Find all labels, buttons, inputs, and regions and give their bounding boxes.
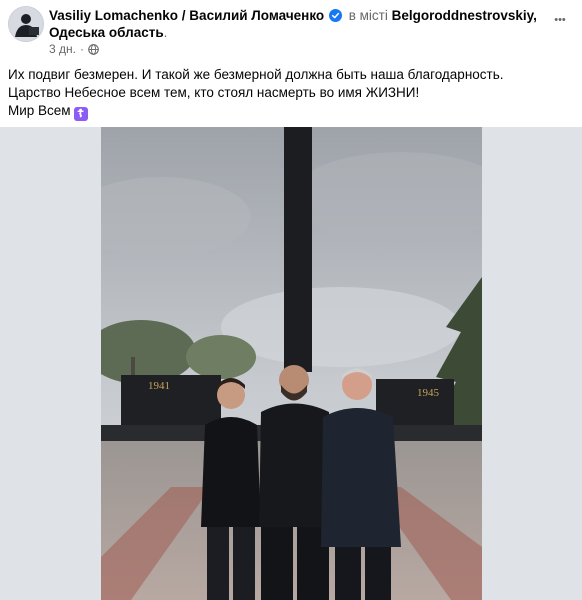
location-suffix: .	[163, 25, 168, 40]
more-options-button[interactable]: •••	[550, 10, 570, 30]
author-line: Vasiliy Lomachenko / Василий Ломаченко в…	[49, 7, 539, 41]
post-header: Vasiliy Lomachenko / Василий Ломаченко в…	[0, 0, 582, 62]
post-text: Их подвиг безмерен. И такой же безмерной…	[8, 66, 568, 121]
location-region-link[interactable]: Одеська область	[49, 25, 164, 40]
verified-badge-icon	[328, 9, 342, 22]
location-city-link[interactable]: Belgoroddnestrovskiy,	[392, 8, 537, 23]
post-photo[interactable]: 1941 1945	[101, 127, 482, 600]
obelisk	[284, 127, 312, 372]
year-1941: 1941	[148, 380, 170, 392]
globe-icon[interactable]	[88, 43, 99, 55]
location-prefix: в місті	[348, 8, 388, 23]
author-name[interactable]: Vasiliy Lomachenko / Василий Ломаченко	[49, 8, 324, 23]
post-media: 1941 1945	[0, 127, 582, 600]
post-timestamp[interactable]: 3 дн.	[49, 42, 76, 56]
post-text-line-3: Мир Всем ☦	[8, 102, 568, 121]
photo-scene: 1941 1945	[101, 127, 482, 600]
avatar-image	[9, 7, 43, 41]
post-text-line-2: Царство Небесное всем тем, кто стоял нас…	[8, 85, 420, 100]
orthodox-cross-emoji-icon: ☦	[73, 107, 88, 121]
post-text-line-1: Их подвиг безмерен. И такой же безмерной…	[8, 67, 504, 82]
post-meta: 3 дн. ·	[49, 42, 99, 56]
post-text-line-3-text: Мир Всем	[8, 103, 71, 118]
author-avatar[interactable]	[8, 6, 44, 42]
meta-separator: ·	[79, 42, 84, 56]
year-1945: 1945	[417, 387, 440, 399]
more-options-icon: •••	[554, 14, 566, 26]
